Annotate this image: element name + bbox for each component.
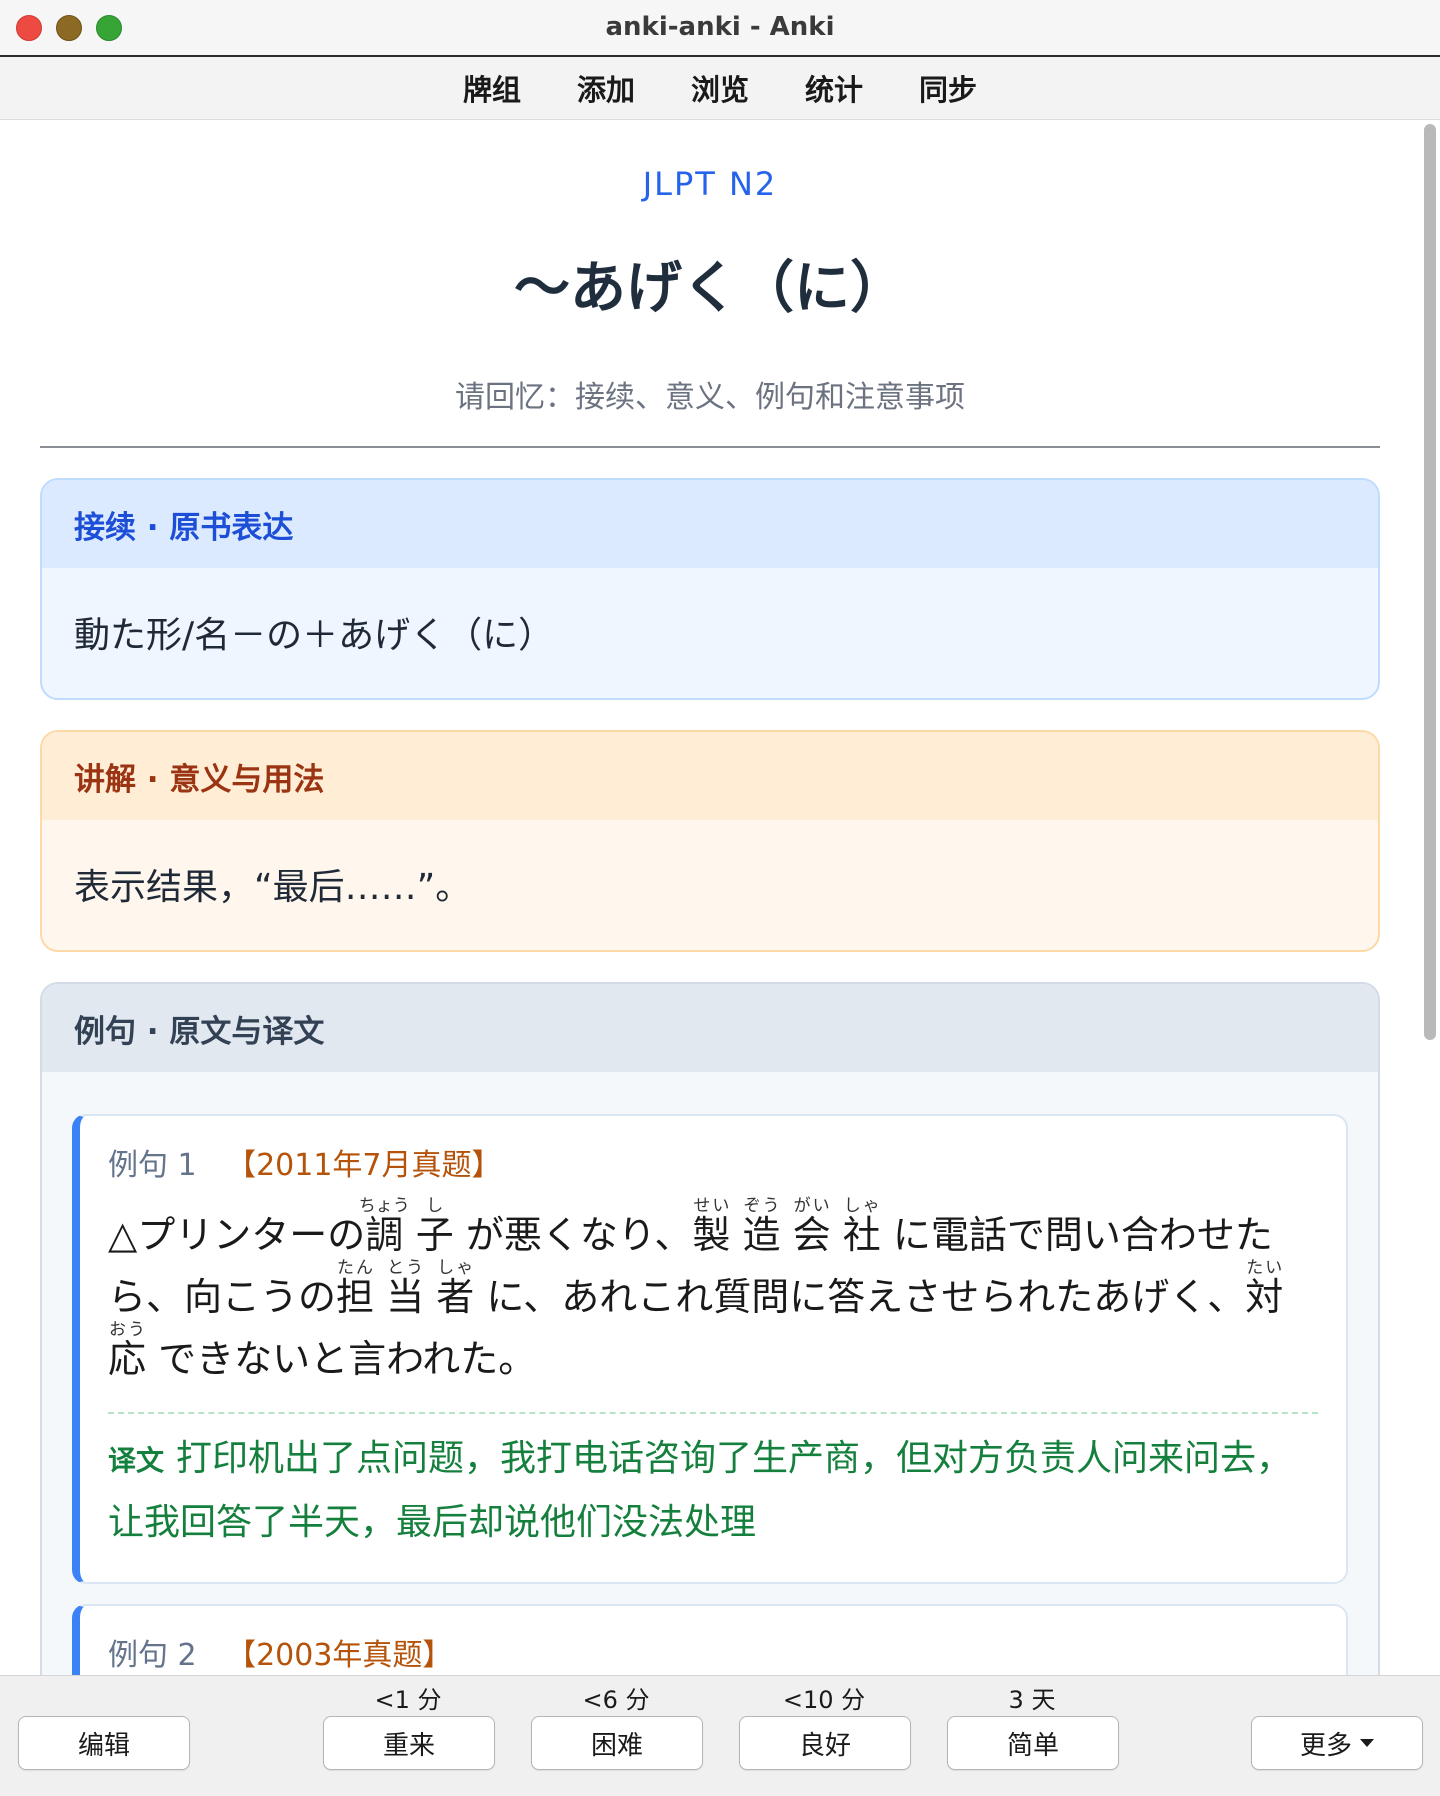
title-bar: anki-anki - Anki [0,0,1440,57]
more-button[interactable]: 更多 [1251,1716,1423,1770]
furigana-word: 者しゃ [436,1258,475,1319]
easy-interval: 3 天 [1008,1686,1056,1714]
recall-prompt: 请回忆：接续、意义、例句和注意事项 [455,380,965,415]
jp-text: できないと言われた。 [158,1337,537,1381]
good-interval: <10 分 [782,1686,866,1714]
furigana-word: 当とう [386,1258,425,1319]
jlpt-level: JLPT N2 [642,165,778,203]
example-label: 例句 2 [108,1638,197,1673]
toolbar-decks[interactable]: 牌组 [463,63,521,113]
furigana-word: 社しゃ [842,1196,881,1257]
hard-button[interactable]: 困难 [531,1716,703,1770]
explanation-text: 表示结果，“最后……”。 [74,867,472,908]
furigana-word: 造ぞう [742,1196,781,1257]
answer-bar: 编辑 <1 分 重来 <6 分 困难 <10 分 良好 3 天 简单 更多 [0,1675,1440,1796]
example-card: 例句 2 【2003年真题】 [72,1604,1348,1675]
example-translation: 译文 打印机出了点问题，我打电话咨询了生产商，但对方负责人问来问去，让我回答了半天… [108,1428,1318,1554]
translation-label: 译文 [108,1444,165,1477]
jp-text: に、あれこれ質問に答えさせられたあげく、 [486,1275,1246,1319]
chevron-down-icon [1360,1739,1374,1747]
examples-section: 例句 · 原文与译文 例句 1 【2011年7月真题】 △プリンターの調ちょう … [40,982,1380,1675]
connection-section: 接续 · 原书表达 動た形/名－の＋あげく（に） [40,478,1380,700]
toolbar-browse[interactable]: 浏览 [691,63,749,113]
content-scrollbar[interactable] [1424,124,1436,1040]
example-card: 例句 1 【2011年7月真题】 △プリンターの調ちょう 子し が悪くなり、製せ… [72,1114,1348,1584]
examples-header: 例句 · 原文与译文 [42,984,1378,1072]
furigana-word: 応おう [108,1320,147,1381]
window-title: anki-anki - Anki [605,12,835,42]
translation-text: 打印机出了点问题，我打电话咨询了生产商，但对方负责人问来问去，让我回答了半天，最… [108,1438,1293,1543]
toolbar-stats[interactable]: 统计 [805,63,863,113]
furigana-word: 担たん [336,1258,375,1319]
example-source: 【2011年7月真题】 [226,1148,502,1183]
card-content: JLPT N2 〜あげく（に） 请回忆：接续、意义、例句和注意事项 接续 · 原… [0,120,1420,1675]
good-button[interactable]: 良好 [739,1716,911,1770]
example-separator [108,1412,1318,1414]
connection-header: 接续 · 原书表达 [42,480,1378,568]
jp-text: が悪くなり、 [465,1213,693,1257]
furigana-word: 製せい [692,1196,731,1257]
more-label: 更多 [1299,1730,1352,1761]
edit-button[interactable]: 编辑 [18,1716,190,1770]
toolbar-sync[interactable]: 同步 [919,63,977,113]
hard-interval: <6 分 [582,1686,650,1714]
easy-button[interactable]: 简单 [947,1716,1119,1770]
main-toolbar: 牌组 添加 浏览 统计 同步 [0,57,1440,120]
furigana-word: 会がい [792,1196,831,1257]
jp-text: △プリンターの [108,1213,366,1257]
example-japanese: △プリンターの調ちょう 子し が悪くなり、製せい 造ぞう 会がい 社しゃ に電話… [108,1196,1318,1390]
grammar-title: 〜あげく（に） [514,256,906,321]
explanation-section: 讲解 · 意义与用法 表示结果，“最后……”。 [40,730,1380,952]
furigana-word: 子し [415,1196,454,1257]
examples-body: 例句 1 【2011年7月真题】 △プリンターの調ちょう 子し が悪くなり、製せ… [42,1072,1378,1675]
again-interval: <1 分 [374,1686,442,1714]
example-source: 【2003年真题】 [226,1638,453,1673]
answer-divider [40,446,1380,448]
anki-window: anki-anki - Anki 牌组 添加 浏览 统计 同步 JLPT N2 … [0,0,1440,1796]
again-button[interactable]: 重来 [323,1716,495,1770]
toolbar-add[interactable]: 添加 [577,63,635,113]
furigana-word: 対たい [1245,1258,1284,1319]
furigana-word: 調ちょう [358,1196,410,1257]
connection-text: 動た形/名－の＋あげく（に） [74,615,555,656]
example-label: 例句 1 [108,1148,197,1183]
explanation-header: 讲解 · 意义与用法 [42,732,1378,820]
